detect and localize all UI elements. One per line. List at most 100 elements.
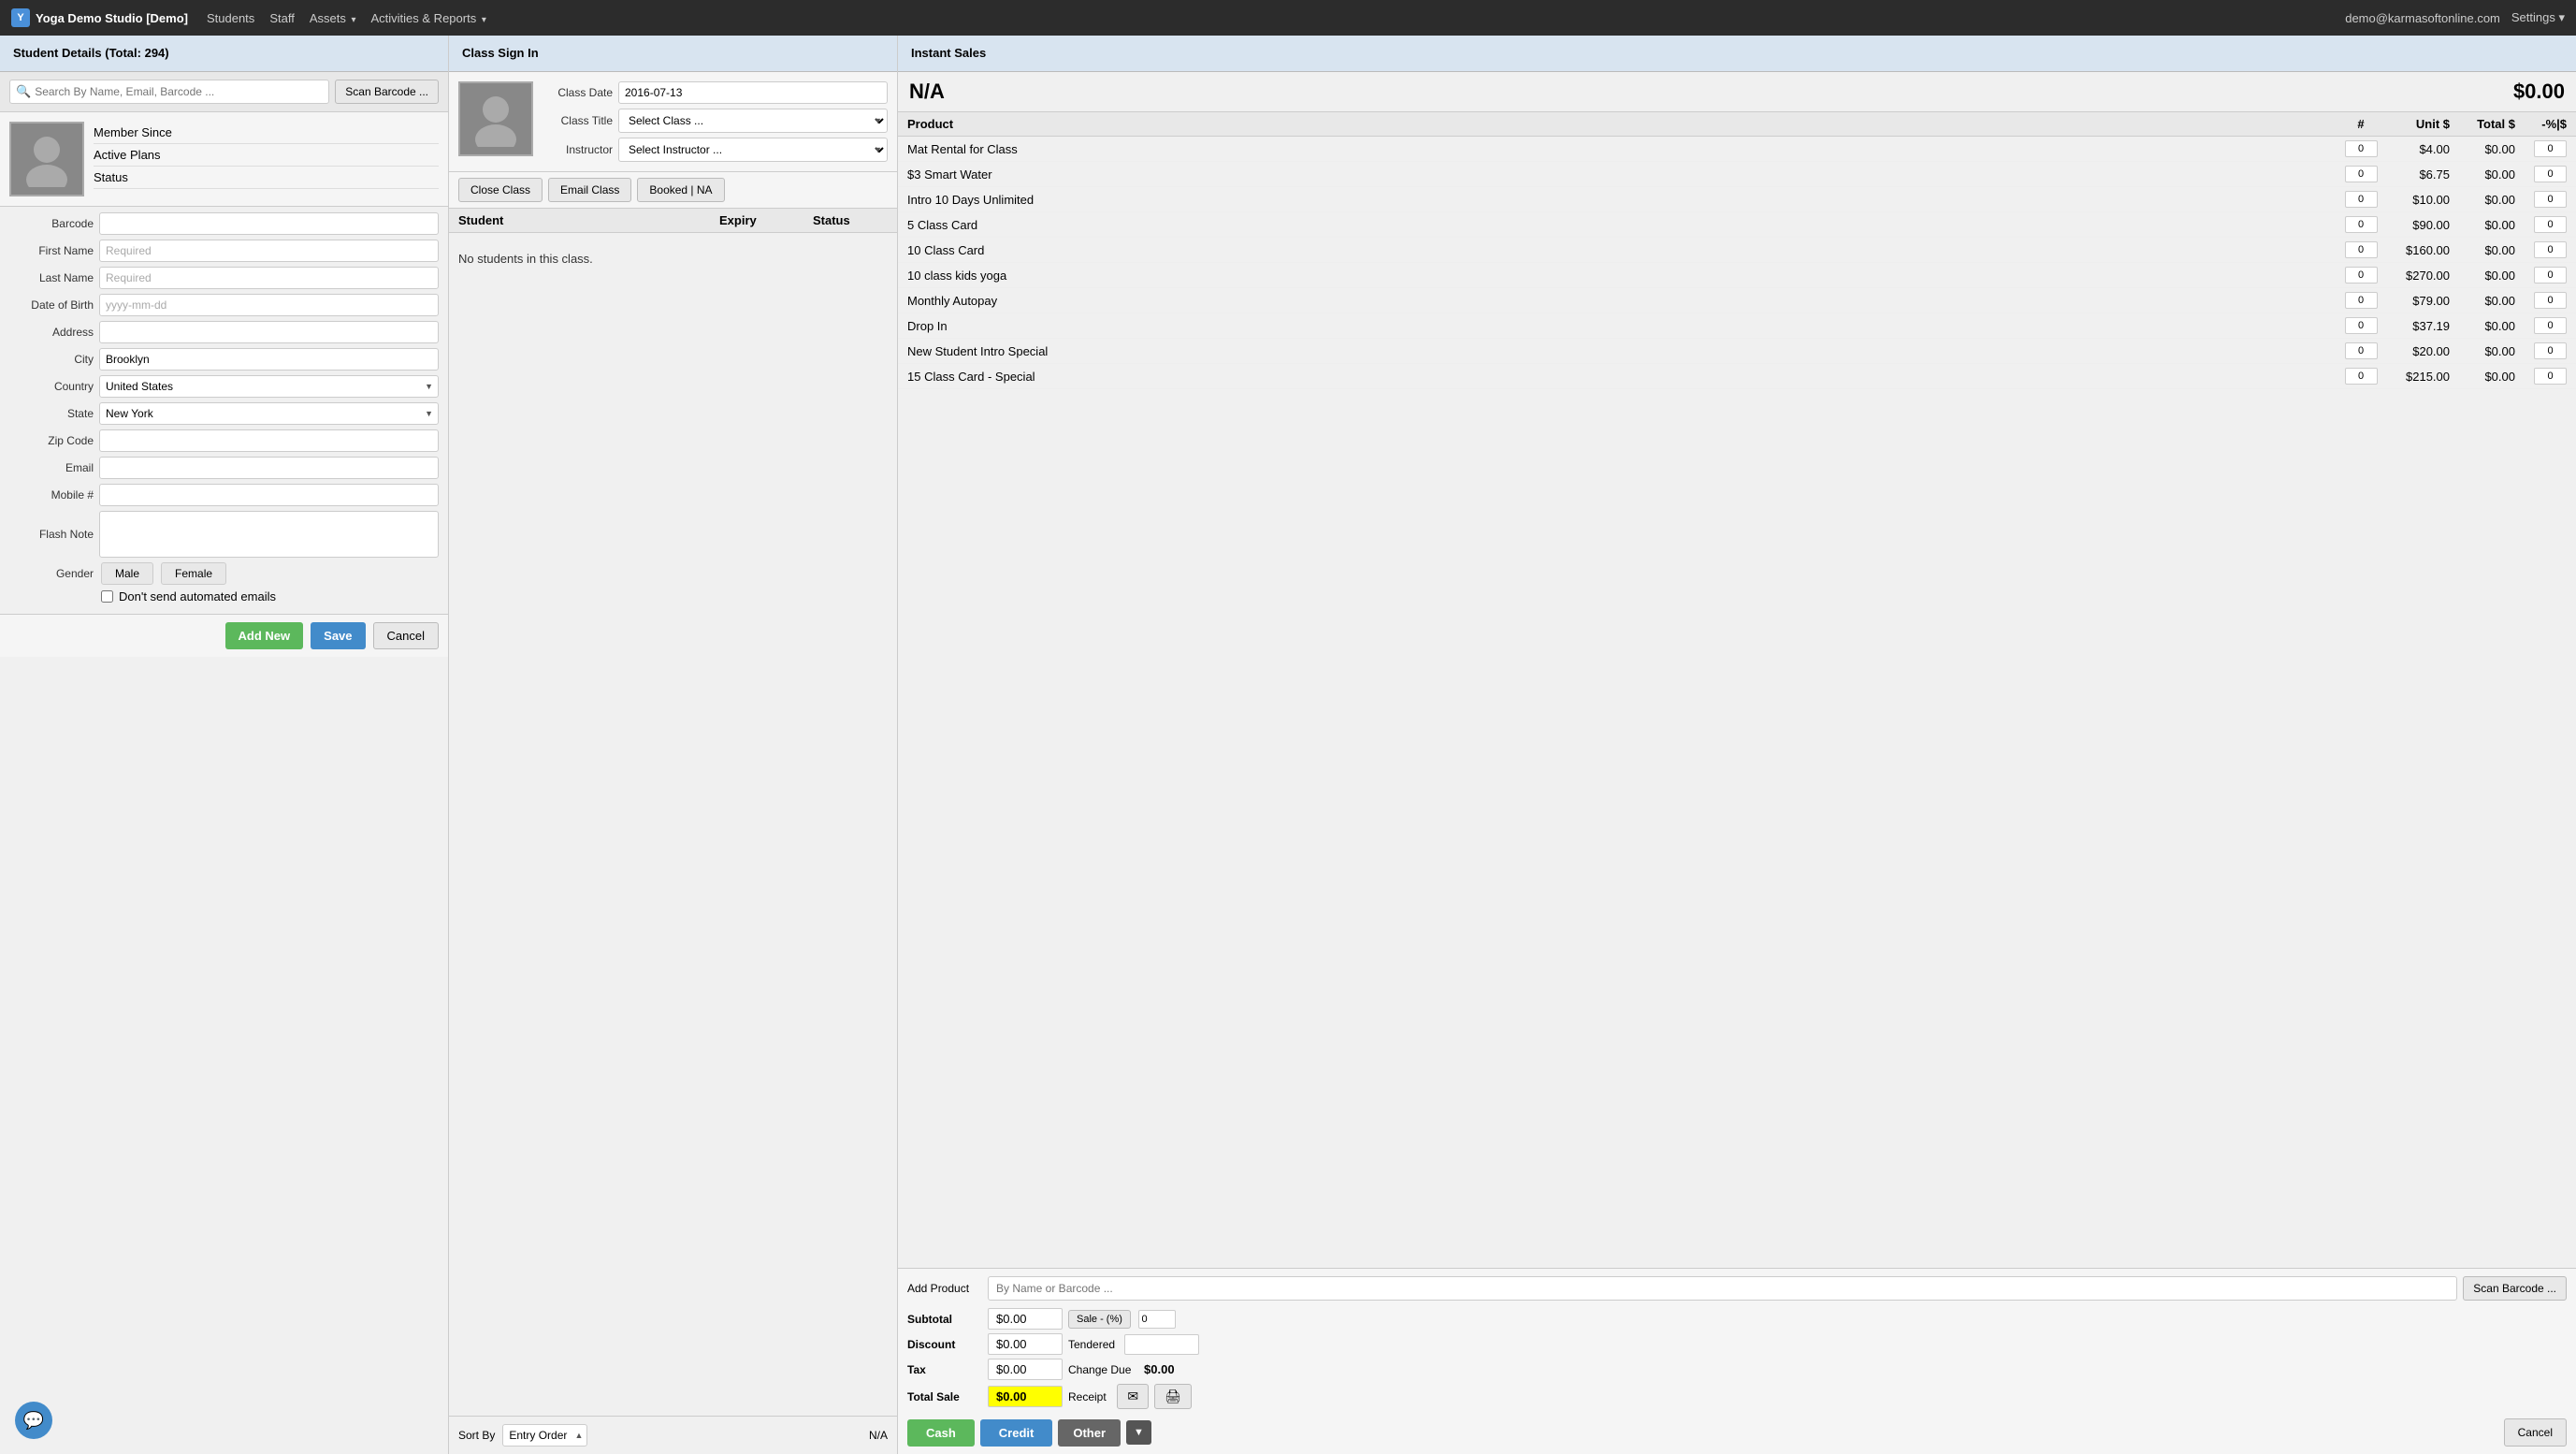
add-new-button[interactable]: Add New <box>225 622 304 649</box>
mobile-row: Mobile # <box>9 484 439 506</box>
email-input[interactable] <box>99 457 439 479</box>
instructor-select[interactable]: Select Instructor ... <box>618 138 888 162</box>
scan-barcode-button[interactable]: Scan Barcode ... <box>335 80 439 104</box>
state-select[interactable]: New York <box>99 402 439 425</box>
mobile-label: Mobile # <box>9 488 94 502</box>
pct-input[interactable] <box>2534 140 2567 157</box>
nav-assets[interactable]: Assets ▾ <box>310 11 356 25</box>
flash-note-textarea[interactable] <box>99 511 439 558</box>
sale-pct-input[interactable] <box>1138 1310 1176 1329</box>
col-product-header: Product <box>907 117 2337 131</box>
product-qty[interactable] <box>2337 368 2384 385</box>
no-students-message: No students in this class. <box>449 233 897 1416</box>
credit-button[interactable]: Credit <box>980 1419 1053 1447</box>
product-qty[interactable] <box>2337 317 2384 334</box>
product-pct[interactable] <box>2515 292 2567 309</box>
pct-input[interactable] <box>2534 241 2567 258</box>
product-pct[interactable] <box>2515 216 2567 233</box>
pct-input[interactable] <box>2534 292 2567 309</box>
tax-value: $0.00 <box>988 1359 1063 1380</box>
main-layout: Student Details (Total: 294) 🔍 Scan Barc… <box>0 36 2576 1454</box>
zipcode-input[interactable] <box>99 429 439 452</box>
lastname-input[interactable] <box>99 267 439 289</box>
close-class-button[interactable]: Close Class <box>458 178 543 202</box>
search-input-wrap[interactable]: 🔍 <box>9 80 329 104</box>
gender-male-button[interactable]: Male <box>101 562 153 585</box>
firstname-input[interactable] <box>99 240 439 262</box>
product-pct[interactable] <box>2515 241 2567 258</box>
product-pct[interactable] <box>2515 317 2567 334</box>
product-qty[interactable] <box>2337 140 2384 157</box>
save-button[interactable]: Save <box>311 622 365 649</box>
qty-input[interactable] <box>2345 241 2378 258</box>
product-pct[interactable] <box>2515 267 2567 284</box>
pct-input[interactable] <box>2534 368 2567 385</box>
qty-input[interactable] <box>2345 368 2378 385</box>
pct-input[interactable] <box>2534 216 2567 233</box>
booked-button[interactable]: Booked | NA <box>637 178 724 202</box>
cancel-sale-button[interactable]: Cancel <box>2504 1418 2567 1447</box>
qty-input[interactable] <box>2345 216 2378 233</box>
state-label: State <box>9 407 94 420</box>
cancel-button[interactable]: Cancel <box>373 622 439 649</box>
qty-input[interactable] <box>2345 140 2378 157</box>
pct-input[interactable] <box>2534 191 2567 208</box>
pct-input[interactable] <box>2534 166 2567 182</box>
nav-activities[interactable]: Activities & Reports ▾ <box>371 11 486 25</box>
tendered-input[interactable] <box>1124 1334 1199 1355</box>
product-qty[interactable] <box>2337 166 2384 182</box>
barcode-input[interactable] <box>99 212 439 235</box>
product-pct[interactable] <box>2515 140 2567 157</box>
product-pct[interactable] <box>2515 342 2567 359</box>
product-qty[interactable] <box>2337 241 2384 258</box>
print-receipt-button[interactable]: 🖨 <box>1154 1384 1192 1409</box>
search-input[interactable] <box>35 85 323 98</box>
tendered-ctrl: Tendered <box>1068 1334 2567 1355</box>
settings-link[interactable]: Settings ▾ <box>2511 10 2565 25</box>
product-pct[interactable] <box>2515 191 2567 208</box>
add-product-input[interactable] <box>988 1276 2457 1301</box>
address-input[interactable] <box>99 321 439 343</box>
product-pct[interactable] <box>2515 368 2567 385</box>
product-name: Drop In <box>907 319 2337 333</box>
email-receipt-button[interactable]: ✉ <box>1117 1384 1149 1409</box>
product-qty[interactable] <box>2337 216 2384 233</box>
email-class-button[interactable]: Email Class <box>548 178 631 202</box>
product-qty[interactable] <box>2337 292 2384 309</box>
dob-input[interactable] <box>99 294 439 316</box>
qty-input[interactable] <box>2345 317 2378 334</box>
pct-input[interactable] <box>2534 342 2567 359</box>
sale-pct-button[interactable]: Sale - (%) <box>1068 1310 1131 1329</box>
sales-row: 10 Class Card $160.00 $0.00 <box>898 238 2576 263</box>
cash-button[interactable]: Cash <box>907 1419 975 1447</box>
mobile-input[interactable] <box>99 484 439 506</box>
no-email-checkbox[interactable] <box>101 590 113 603</box>
pct-input[interactable] <box>2534 317 2567 334</box>
qty-input[interactable] <box>2345 267 2378 284</box>
nav-staff[interactable]: Staff <box>269 11 295 25</box>
qty-input[interactable] <box>2345 292 2378 309</box>
product-pct[interactable] <box>2515 166 2567 182</box>
country-select[interactable]: United States <box>99 375 439 398</box>
product-qty[interactable] <box>2337 342 2384 359</box>
qty-input[interactable] <box>2345 342 2378 359</box>
class-title-select[interactable]: Select Class ... <box>618 109 888 133</box>
city-input[interactable] <box>99 348 439 371</box>
chat-bubble[interactable]: 💬 <box>15 1402 52 1439</box>
product-name: $3 Smart Water <box>907 167 2337 182</box>
qty-input[interactable] <box>2345 166 2378 182</box>
brand[interactable]: Y Yoga Demo Studio [Demo] <box>11 8 188 27</box>
sort-select[interactable]: Entry Order <box>502 1424 587 1447</box>
gender-female-button[interactable]: Female <box>161 562 226 585</box>
pct-input[interactable] <box>2534 267 2567 284</box>
nav-students[interactable]: Students <box>207 11 254 25</box>
product-qty[interactable] <box>2337 267 2384 284</box>
students-table-header: Student Expiry Status <box>449 209 897 233</box>
other-button[interactable]: Other <box>1058 1419 1121 1447</box>
class-date-input[interactable] <box>618 81 888 104</box>
product-qty[interactable] <box>2337 191 2384 208</box>
qty-input[interactable] <box>2345 191 2378 208</box>
scan-barcode-sales-button[interactable]: Scan Barcode ... <box>2463 1276 2567 1301</box>
totals-left: Subtotal $0.00 Sale - (%) Discount $0.00… <box>907 1308 2567 1413</box>
other-arrow-button[interactable]: ▼ <box>1126 1420 1151 1445</box>
